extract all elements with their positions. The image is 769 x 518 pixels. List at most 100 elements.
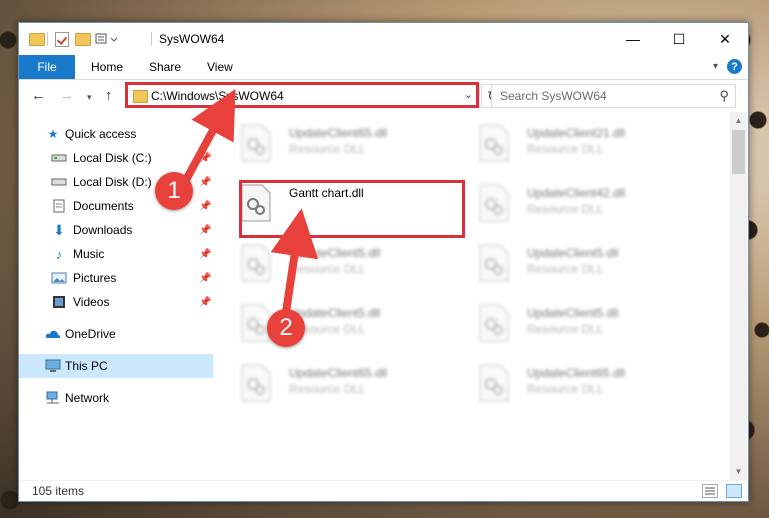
file-item[interactable]: UpdateClient5.dll Resource DLL <box>471 298 691 350</box>
sidebar-item-onedrive[interactable]: OneDrive <box>19 322 213 346</box>
pin-icon[interactable]: 📌 <box>199 177 211 188</box>
customize-toolbar-icon[interactable] <box>95 31 121 47</box>
dll-file-icon <box>479 124 509 162</box>
sidebar-item-music[interactable]: ♪ Music 📌 <box>19 242 213 266</box>
dll-file-icon <box>479 364 509 402</box>
quick-access-folder-icon <box>29 31 45 47</box>
sidebar-item-local-disk-c[interactable]: Local Disk (C:) 📌 <box>19 146 213 170</box>
tab-file[interactable]: File <box>19 55 75 79</box>
properties-icon[interactable] <box>55 31 69 47</box>
dll-file-icon <box>241 364 271 402</box>
details-view-icon[interactable] <box>702 484 718 498</box>
drive-icon <box>51 151 67 165</box>
pin-icon[interactable]: 📌 <box>199 273 211 284</box>
help-icon[interactable]: ? <box>727 59 742 74</box>
file-type: Resource DLL <box>527 202 604 216</box>
sidebar-item-quick-access[interactable]: ★ Quick access <box>19 122 213 146</box>
step-2-callout: 2 <box>267 309 305 347</box>
sidebar-item-label: Network <box>65 391 110 405</box>
downloads-icon: ⬇ <box>53 221 65 238</box>
tab-view[interactable]: View <box>207 55 233 79</box>
navigation-bar: ← → ▾ ↑ C:\Windows\SysWOW64 ⌄ ↻ Search S… <box>19 80 748 112</box>
pin-icon[interactable]: 📌 <box>199 201 211 212</box>
scroll-down-icon[interactable]: ▼ <box>730 463 747 480</box>
sidebar-item-label: Pictures <box>73 271 117 285</box>
file-type: Resource DLL <box>289 142 366 156</box>
file-name: UpdateClient65.dll <box>527 366 626 380</box>
file-name: UpdateClient65.dll <box>289 126 388 140</box>
sidebar-item-label: OneDrive <box>65 327 116 341</box>
file-item[interactable]: UpdateClient65.dll Resource DLL <box>471 358 691 410</box>
file-type: Resource DLL <box>289 382 366 396</box>
videos-icon <box>51 295 67 309</box>
cloud-icon <box>45 327 61 341</box>
file-type: Resource DLL <box>527 382 604 396</box>
maximize-button[interactable]: ☐ <box>656 23 702 55</box>
file-type: Resource DLL <box>527 262 604 276</box>
dll-file-icon <box>479 304 509 342</box>
dll-file-icon <box>479 184 509 222</box>
window-title: SysWOW64 <box>159 32 225 46</box>
qa-separator-2 <box>151 31 152 47</box>
file-name: UpdateClient5.dll <box>289 306 381 320</box>
file-type: Resource DLL <box>527 322 604 336</box>
file-item[interactable]: UpdateClient21.dll Resource DLL <box>471 118 691 170</box>
sidebar-item-label: Local Disk (C:) <box>73 151 152 165</box>
minimize-button[interactable]: — <box>610 23 656 55</box>
file-type: Resource DLL <box>527 142 604 156</box>
sidebar-item-label: Music <box>73 247 105 261</box>
recent-locations-chevron-icon[interactable]: ▾ <box>87 92 92 103</box>
forward-arrow-icon[interactable]: → <box>59 87 74 104</box>
new-folder-icon[interactable] <box>75 31 91 47</box>
sidebar-item-this-pc[interactable]: This PC <box>19 354 213 378</box>
file-name: UpdateClient21.dll <box>527 126 626 140</box>
item-count: 105 items <box>32 484 85 498</box>
file-item[interactable]: UpdateClient5.dll Resource DLL <box>233 238 453 290</box>
file-item[interactable]: UpdateClient5.dll Resource DLL <box>471 238 691 290</box>
pictures-icon <box>51 271 67 285</box>
scrollbar-thumb[interactable] <box>732 130 745 174</box>
dll-file-icon <box>241 124 271 162</box>
sidebar-item-videos[interactable]: Videos 📌 <box>19 290 213 314</box>
sidebar-item-label: Documents <box>73 199 134 213</box>
network-icon <box>45 391 61 405</box>
file-highlight-box <box>239 180 465 238</box>
music-icon: ♪ <box>55 246 63 262</box>
search-input[interactable]: Search SysWOW64 ⚲ <box>491 84 736 108</box>
status-bar: 105 items <box>19 480 748 501</box>
large-icons-view-icon[interactable] <box>726 484 742 498</box>
tab-home[interactable]: Home <box>91 55 123 79</box>
file-item[interactable]: UpdateClient42.dll Resource DLL <box>471 178 691 230</box>
search-placeholder: Search SysWOW64 <box>500 89 607 103</box>
file-item[interactable]: UpdateClient5.dll Resource DLL <box>233 298 453 350</box>
file-name: UpdateClient5.dll <box>289 246 381 260</box>
address-highlight-box <box>125 82 479 108</box>
file-name: UpdateClient42.dll <box>527 186 626 200</box>
sidebar-item-downloads[interactable]: ⬇ Downloads 📌 <box>19 218 213 242</box>
tab-share[interactable]: Share <box>149 55 181 79</box>
pin-icon[interactable]: 📌 <box>199 249 211 260</box>
file-item[interactable]: UpdateClient65.dll Resource DLL <box>233 118 453 170</box>
star-icon: ★ <box>47 127 59 141</box>
sidebar-item-label: Videos <box>73 295 110 309</box>
file-item[interactable]: UpdateClient65.dll Resource DLL <box>233 358 453 410</box>
vertical-scrollbar[interactable]: ▲ ▼ <box>730 112 747 480</box>
pin-icon[interactable]: 📌 <box>199 225 211 236</box>
expand-ribbon-icon[interactable]: ▾ <box>713 61 718 72</box>
up-arrow-icon[interactable]: ↑ <box>105 87 113 104</box>
navigation-pane: ★ Quick access Local Disk (C:) 📌 Local D… <box>19 112 213 480</box>
step-1-callout: 1 <box>155 172 193 210</box>
sidebar-item-pictures[interactable]: Pictures 📌 <box>19 266 213 290</box>
pin-icon[interactable]: 📌 <box>199 297 211 308</box>
back-arrow-icon[interactable]: ← <box>31 87 46 104</box>
file-name: UpdateClient65.dll <box>289 366 388 380</box>
dll-file-icon <box>479 244 509 282</box>
file-explorer-window: SysWOW64 — ☐ ✕ File Home Share View ▾ ? … <box>18 22 749 502</box>
sidebar-item-network[interactable]: Network <box>19 386 213 410</box>
qa-separator <box>47 31 48 47</box>
sidebar-item-label: Local Disk (D:) <box>73 175 152 189</box>
close-button[interactable]: ✕ <box>702 23 748 55</box>
file-type: Resource DLL <box>289 262 366 276</box>
scroll-up-icon[interactable]: ▲ <box>730 112 747 129</box>
pin-icon[interactable]: 📌 <box>199 153 211 164</box>
